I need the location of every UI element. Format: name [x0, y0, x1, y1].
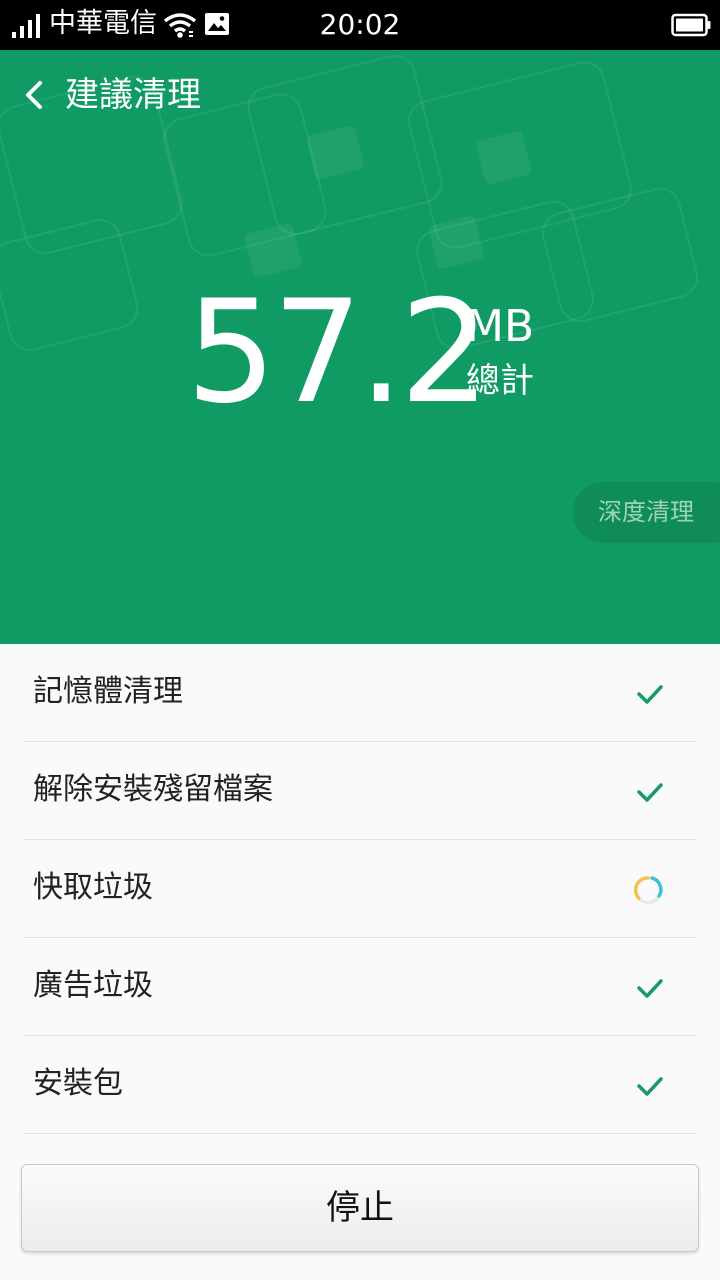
- loading-spinner-icon: [633, 876, 663, 905]
- deep-clean-button[interactable]: 深度清理: [573, 482, 720, 543]
- summary-header: 建議清理 57.2 MB 總計 深度清理: [0, 50, 720, 644]
- status-bar: 中華電信 20:02: [0, 0, 720, 50]
- battery-icon: [671, 13, 711, 37]
- item-label: 解除安裝殘留檔案: [33, 772, 273, 807]
- clock: 20:02: [319, 8, 401, 41]
- page-title: 建議清理: [65, 75, 201, 115]
- cleanup-item-list: 記憶體清理 解除安裝殘留檔案 快取垃圾 廣告垃圾 安裝包: [0, 644, 720, 1134]
- checkmark-icon: [637, 979, 663, 998]
- back-arrow-icon[interactable]: [18, 75, 52, 115]
- checkmark-icon: [637, 685, 663, 704]
- divider: [24, 1133, 696, 1134]
- list-item[interactable]: 廣告垃圾: [0, 938, 720, 1036]
- checkmark-icon: [637, 783, 663, 802]
- list-item[interactable]: 解除安裝殘留檔案: [0, 742, 720, 840]
- checkmark-icon: [637, 1077, 663, 1096]
- junk-size-value: 57.2: [186, 270, 490, 435]
- item-label: 快取垃圾: [33, 870, 153, 905]
- total-label: 總計: [466, 361, 534, 401]
- list-item[interactable]: 快取垃圾: [0, 840, 720, 938]
- list-item[interactable]: 安裝包: [0, 1036, 720, 1134]
- stop-button[interactable]: 停止: [21, 1164, 699, 1252]
- item-label: 安裝包: [33, 1066, 123, 1101]
- list-item[interactable]: 記憶體清理: [0, 644, 720, 742]
- item-label: 記憶體清理: [33, 674, 183, 709]
- item-label: 廣告垃圾: [33, 968, 153, 1003]
- junk-size-unit: MB: [466, 301, 535, 352]
